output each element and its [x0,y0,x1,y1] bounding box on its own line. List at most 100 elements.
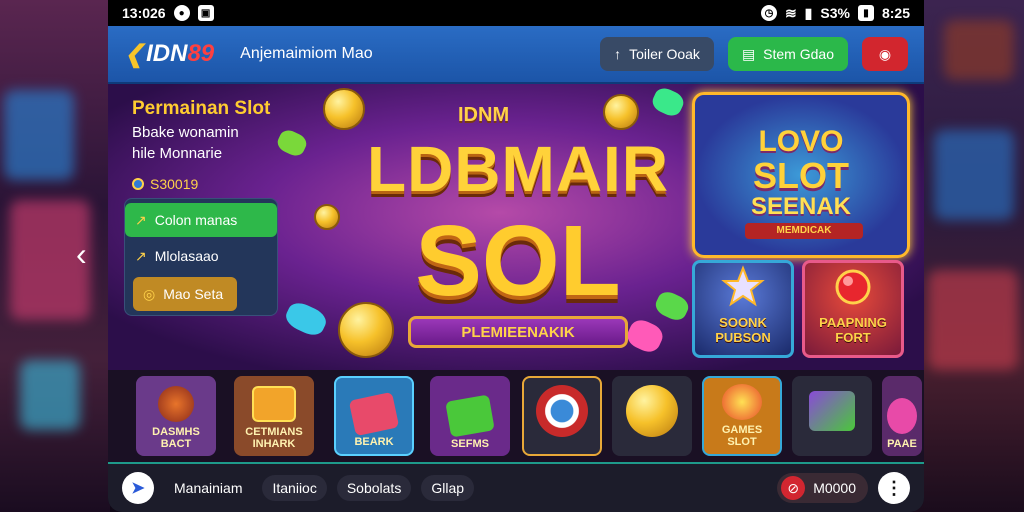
wifi-icon: ≋ [784,4,797,21]
backdrop-blob [4,90,74,180]
game-tile-art [445,394,495,438]
profile-icon: ◉ [878,45,892,62]
balance: S30019 [132,176,312,192]
backdrop-blob [928,270,1018,370]
game-strip: DASMHS BACT CETMIANS INHARK BEARK SEFMS … [108,370,924,464]
menu-item-mao-seta[interactable]: ◎ Mao Seta [133,277,237,311]
bottom-tab-manainiam[interactable]: Manainiam [164,475,252,501]
target-icon: ◎ [143,285,156,302]
alarm-icon: ◷ [760,5,777,21]
arrow-icon: ↗ [135,247,147,264]
chat-icon: ▤ [741,45,756,62]
menu-item-label: Mlolasaao [154,248,219,264]
game-tile-label: GAMES SLOT [721,424,763,448]
backdrop-blob [944,20,1014,80]
blurred-backdrop-left [0,0,110,512]
game-tile-label: DASMHS BACT [152,426,200,450]
game-tile-label: BEARK [354,436,394,448]
game-tile[interactable]: PAAE [882,376,922,456]
app-window: 13:026 ● ▣ ◷ ≋ ▮ S3% ▮ 8:25 ❮ IDN 89 Anj… [108,0,924,512]
banner-ribbon: PLEMIEENAKIK [408,316,628,348]
ball-icon [835,269,871,305]
coin-icon [132,178,144,190]
game-card-soonk[interactable]: SOONK PUBSON [692,260,794,358]
game-tile[interactable] [612,376,692,456]
coin-decoration [314,204,340,230]
trailer-button[interactable]: ↑ Toiler Ooak [600,37,714,71]
battery-percent: S3% [820,5,850,21]
blurred-backdrop-right [914,0,1024,512]
game-tile-art [348,391,400,437]
logo-mark: ❮ [124,40,145,68]
trailer-button-label: Toiler Ooak [629,46,700,62]
game-tile[interactable]: DASMHS BACT [136,376,216,456]
logo[interactable]: ❮ IDN 89 [124,40,214,69]
menu-item-mlolasaao[interactable]: ↗ Mlolasaao [125,239,277,273]
backdrop-blob [934,130,1014,220]
site-title: Anjemaimiom Mao [240,45,373,62]
battery-icon: ▮ [857,5,874,21]
featured-card-line: SEENAK [750,193,852,220]
side-menu: ↗ Colon manas ↗ Mlolasaao ◎ Mao Seta [124,198,278,316]
banner-headline-large: SOL [415,205,621,317]
stem-button[interactable]: ▤ Stem Gdao [727,37,848,71]
status-time-left: 13:026 [122,5,166,21]
wallet-button[interactable]: ⊘ M0000 [777,473,868,503]
profile-button[interactable]: ◉ [862,37,908,71]
star-icon [721,265,765,307]
bottom-bar: ➤ Manainiam Itaniioc Sobolats Gllap ⊘ M0… [108,462,924,512]
more-options-icon[interactable]: ⋮ [878,472,910,504]
menu-item-label: Mao Seta [163,286,224,302]
banner-headline: LDBMAIR [366,133,670,205]
balance-value: S30019 [150,176,199,192]
game-tile-art [158,386,194,422]
game-tile[interactable]: BEARK [334,376,414,456]
coin-icon [626,385,678,437]
menu-item-colon[interactable]: ↗ Colon manas [125,203,277,237]
bottom-tab-itaniioc[interactable]: Itaniioc [262,475,327,501]
game-tile-label: SEFMS [451,438,489,450]
game-tile[interactable]: GAMES SLOT [702,376,782,456]
game-tile-art [722,384,762,420]
promo-title: Permainan Slot [132,98,271,119]
game-tile[interactable]: SEFMS [430,376,510,456]
game-tile[interactable] [792,376,872,456]
top-bar: ❮ IDN 89 Anjemaimiom Mao ↑ Toiler Ooak ▤… [108,26,924,84]
gallery-icon: ▣ [197,5,214,21]
menu-item-label: Colon manas [154,212,238,228]
game-tile-art [887,398,917,434]
game-card-label: PAAPNING FORT [819,315,887,345]
game-tile-label: CETMIANS INHARK [245,426,303,450]
logo-text: IDN [146,40,188,67]
bottom-tab-gllap[interactable]: Gllap [421,475,475,501]
game-tile-label: PAAE [887,438,917,450]
status-time-right: 8:25 [881,5,910,21]
wallet-amount: M0000 [813,480,856,496]
send-icon[interactable]: ➤ [122,472,154,504]
game-card-paapning[interactable]: PAAPNING FORT [802,260,904,358]
banner-brand: IDNM [458,104,510,126]
arrow-up-icon: ↑ [614,46,622,62]
game-tile[interactable] [522,376,602,456]
hero-banner[interactable]: Permainan Slot Bbake wonamin hile Monnar… [108,84,924,370]
featured-card-line: SLOT [753,155,849,196]
backdrop-blob [20,360,80,430]
featured-game-card[interactable]: LOVO SLOT SEENAK MEMDICAK [692,92,910,258]
stem-button-label: Stem Gdao [763,46,834,62]
main-banner-art: IDNM LDBMAIR SOL PLEMIEENAKIK [348,104,688,354]
featured-card-tag: MEMDICAK [745,223,863,239]
no-entry-icon: ⊘ [781,476,806,500]
signal-icon: ▮ [804,4,813,21]
game-tile[interactable]: CETMIANS INHARK [234,376,314,456]
arrow-icon: ↗ [135,211,147,228]
game-card-label: SOONK PUBSON [715,315,771,345]
notification-icon: ● [173,5,190,21]
logo-number: 89 [187,40,215,67]
gem-decoration [282,298,330,340]
gem-icon [809,391,855,431]
featured-card-line: LOVO [758,125,844,158]
bottom-tab-sobolats[interactable]: Sobolats [336,475,412,501]
chip-icon [536,385,588,437]
carousel-prev-chevron-icon[interactable]: ‹ [76,236,87,273]
game-tile-art [252,386,296,422]
